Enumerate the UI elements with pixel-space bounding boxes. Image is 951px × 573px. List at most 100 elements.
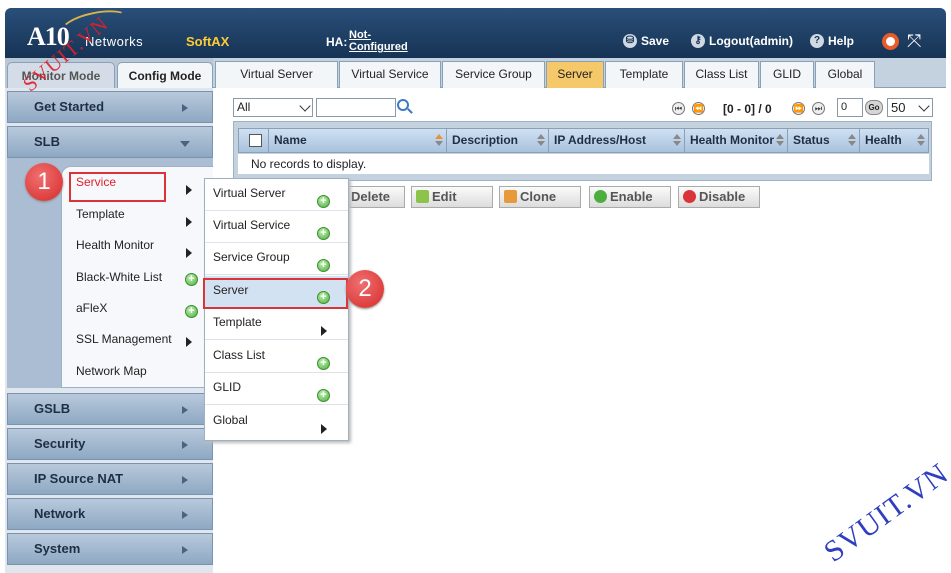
- sidebar-item-label: System: [34, 541, 81, 556]
- tab-class-list[interactable]: Class List: [684, 61, 759, 88]
- service-flyout-menu: Virtual Server + Virtual Service + Servi…: [204, 178, 349, 441]
- col-label: Description: [452, 133, 519, 147]
- sidebar-item-label: GSLB: [34, 401, 71, 416]
- sidebar-item-gslb[interactable]: GSLB: [7, 393, 213, 425]
- edit-button[interactable]: Edit: [411, 186, 493, 208]
- col-status[interactable]: Status: [788, 129, 860, 152]
- search-icon[interactable]: [397, 99, 409, 111]
- tab-virtual-service[interactable]: Virtual Service: [339, 61, 441, 88]
- enable-label: Enable: [610, 189, 653, 204]
- chevron-right-icon: [186, 217, 192, 227]
- slb-item-health-monitor[interactable]: Health Monitor: [76, 238, 154, 252]
- prev-page-icon[interactable]: ⏪: [692, 102, 705, 115]
- per-page-select[interactable]: 50: [887, 98, 933, 117]
- help-label: Help: [828, 34, 855, 48]
- flyout-item-global[interactable]: Global: [205, 406, 348, 438]
- tab-global[interactable]: Global: [815, 61, 875, 88]
- tab-server[interactable]: Server: [546, 61, 604, 88]
- sidebar-item-get-started[interactable]: Get Started: [7, 91, 213, 123]
- edit-label: Edit: [432, 189, 457, 204]
- sidebar-item-ip-source-nat[interactable]: IP Source NAT: [7, 463, 213, 495]
- slb-item-network-map[interactable]: Network Map: [76, 364, 147, 378]
- highlight-server: [203, 278, 348, 309]
- search-input[interactable]: [316, 98, 396, 117]
- chevron-right-icon: [321, 326, 327, 336]
- slb-item-template[interactable]: Template: [76, 207, 125, 221]
- sort-icon: [673, 134, 681, 146]
- col-label: IP Address/Host: [554, 133, 647, 147]
- slb-item-ssl-management[interactable]: SSL Management: [76, 332, 172, 346]
- col-name[interactable]: Name: [269, 129, 447, 152]
- tab-virtual-server[interactable]: Virtual Server: [215, 61, 338, 88]
- flyout-item-service-group[interactable]: Service Group +: [205, 243, 348, 275]
- tab-glid[interactable]: GLID: [760, 61, 814, 88]
- add-icon[interactable]: +: [317, 357, 330, 370]
- table-header: Name Description IP Address/Host Health …: [238, 128, 929, 153]
- logout-button[interactable]: ⚷ Logout(admin): [691, 34, 793, 48]
- col-label: Status: [793, 133, 830, 147]
- sidebar-item-label: SLB: [34, 134, 60, 149]
- enable-button[interactable]: Enable: [589, 186, 671, 208]
- tab-template[interactable]: Template: [605, 61, 683, 88]
- clone-button[interactable]: Clone: [499, 186, 581, 208]
- fullscreen-icon[interactable]: ⤧: [907, 31, 921, 52]
- sidebar-item-slb[interactable]: SLB: [7, 126, 213, 158]
- flyout-item-template[interactable]: Template: [205, 308, 348, 340]
- tab-service-group[interactable]: Service Group: [442, 61, 545, 88]
- page-info: [0 - 0] / 0: [723, 102, 772, 116]
- sort-icon: [848, 134, 856, 146]
- flyout-item-virtual-server[interactable]: Virtual Server +: [205, 179, 348, 211]
- next-page-icon[interactable]: ⏩: [792, 102, 805, 115]
- sort-icon: [435, 134, 443, 146]
- filter-select-value: All: [237, 100, 251, 114]
- help-button[interactable]: ? Help: [810, 34, 854, 48]
- lifebuoy-icon[interactable]: [882, 33, 899, 50]
- save-button[interactable]: ⛁ Save: [623, 34, 669, 48]
- filter-select[interactable]: All: [233, 98, 313, 117]
- ha-status-link[interactable]: Not-Configured: [349, 29, 419, 53]
- flyout-item-class-list[interactable]: Class List +: [205, 341, 348, 373]
- go-button[interactable]: Go: [865, 100, 883, 115]
- highlight-service: [69, 172, 166, 202]
- logout-label: Logout(admin): [709, 34, 793, 48]
- select-all-cell: [239, 129, 269, 152]
- flyout-item-label: Template: [213, 315, 262, 329]
- chevron-right-icon: [186, 185, 192, 195]
- add-icon[interactable]: +: [185, 305, 198, 318]
- flyout-item-glid[interactable]: GLID +: [205, 373, 348, 405]
- sidebar-item-label: Security: [34, 436, 86, 451]
- add-icon[interactable]: +: [317, 259, 330, 272]
- col-label: Health Monitor: [690, 133, 774, 147]
- close-icon: [683, 190, 696, 203]
- slb-item-aflex[interactable]: aFleX: [76, 301, 107, 315]
- help-icon: ?: [810, 34, 824, 48]
- add-icon[interactable]: +: [185, 273, 198, 286]
- col-health-monitor[interactable]: Health Monitor: [685, 129, 788, 152]
- col-health[interactable]: Health: [860, 129, 928, 152]
- tab-config-mode[interactable]: Config Mode: [117, 62, 213, 88]
- chevron-down-icon: [918, 100, 930, 112]
- col-description[interactable]: Description: [447, 129, 549, 152]
- page-number-input[interactable]: 0: [837, 98, 863, 117]
- flyout-item-label: Service Group: [213, 250, 290, 264]
- sidebar-item-security[interactable]: Security: [7, 428, 213, 460]
- chevron-right-icon: [186, 337, 192, 347]
- chevron-right-icon: [321, 424, 327, 434]
- select-all-checkbox[interactable]: [249, 134, 262, 147]
- flyout-item-virtual-service[interactable]: Virtual Service +: [205, 211, 348, 243]
- disable-button[interactable]: Disable: [678, 186, 760, 208]
- slb-item-black-white-list[interactable]: Black-White List: [76, 270, 162, 284]
- sidebar-item-network[interactable]: Network: [7, 498, 213, 530]
- last-page-icon[interactable]: ⏭: [812, 102, 825, 115]
- key-icon: ⚷: [691, 34, 705, 48]
- first-page-icon[interactable]: ⏮: [672, 102, 685, 115]
- col-ip-address[interactable]: IP Address/Host: [549, 129, 685, 152]
- col-label: Health: [865, 133, 902, 147]
- sidebar-item-label: Network: [34, 506, 86, 521]
- add-icon[interactable]: +: [317, 227, 330, 240]
- add-icon[interactable]: +: [317, 389, 330, 402]
- flyout-item-label: GLID: [213, 380, 242, 394]
- step-badge-2: 2: [346, 270, 384, 308]
- sidebar-item-system[interactable]: System: [7, 533, 213, 565]
- add-icon[interactable]: +: [317, 195, 330, 208]
